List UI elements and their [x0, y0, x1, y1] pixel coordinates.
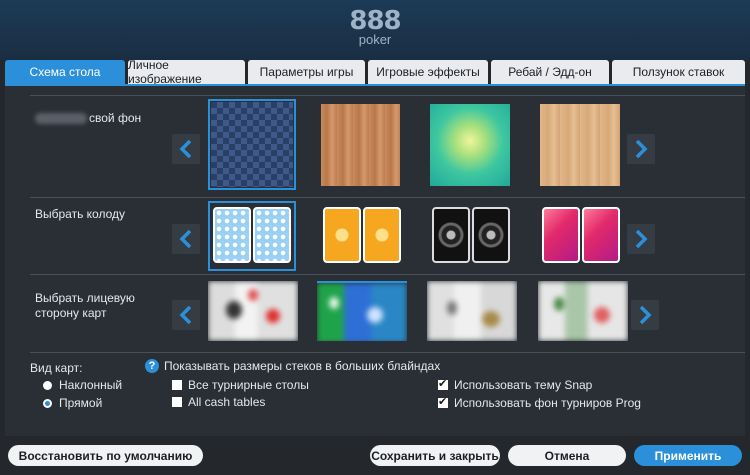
face-option-classic[interactable]	[208, 281, 298, 341]
divider	[30, 197, 745, 198]
all-cash-tables-option[interactable]: All cash tables	[172, 395, 265, 409]
deck-option-pink[interactable]	[540, 204, 622, 268]
background-row-label: свой фон	[35, 111, 141, 126]
checkbox[interactable]	[172, 380, 182, 390]
background-option-wood-light[interactable]	[540, 104, 620, 186]
checkbox[interactable]	[438, 395, 448, 408]
chevron-right-icon	[635, 139, 648, 159]
card-back	[582, 207, 620, 263]
radio-button[interactable]	[43, 380, 52, 390]
card-back	[432, 207, 470, 263]
chevron-left-icon	[179, 229, 192, 249]
deck-option-black[interactable]	[430, 204, 512, 268]
tab-game-settings[interactable]: Параметры игры	[248, 60, 365, 84]
logo-number: 888	[349, 6, 401, 36]
checkbox[interactable]	[438, 377, 448, 390]
background-prev-button[interactable]	[172, 134, 200, 164]
face-prev-button[interactable]	[172, 300, 200, 330]
card-view-label: Вид карт:	[30, 361, 83, 375]
chevron-left-icon	[179, 305, 192, 325]
snap-theme-option[interactable]: Использовать тему Snap	[438, 377, 592, 392]
face-option-four-color[interactable]	[317, 281, 407, 341]
divider	[30, 352, 745, 353]
face-next-button[interactable]	[631, 300, 659, 330]
settings-tabs: Схема стола Личное изображение Параметры…	[5, 58, 745, 86]
card-back	[253, 207, 291, 263]
tab-personal-image[interactable]: Личное изображение	[128, 58, 245, 86]
tab-rebuy-addon[interactable]: Ребай / Эдд-он	[491, 60, 609, 84]
tab-table-scheme[interactable]: Схема стола	[5, 60, 125, 84]
card-view-tilted-option[interactable]: Наклонный	[43, 378, 122, 392]
all-tournament-tables-option[interactable]: Все турнирные столы	[172, 378, 309, 392]
blurred-text	[35, 113, 87, 125]
apply-button[interactable]: Применить	[634, 445, 742, 466]
settings-panel: свой фон Выбрать колоду Выбрать лицевую …	[5, 86, 745, 436]
chevron-left-icon	[179, 139, 192, 159]
deck-option-orange[interactable]	[321, 204, 403, 268]
divider	[30, 274, 745, 275]
deck-next-button[interactable]	[627, 224, 655, 254]
background-next-button[interactable]	[627, 134, 655, 164]
chevron-right-icon	[639, 305, 652, 325]
tab-game-effects[interactable]: Игровые эффекты	[368, 60, 488, 84]
face-option-gold[interactable]	[427, 281, 517, 341]
chevron-right-icon	[635, 229, 648, 249]
deck-row-label: Выбрать колоду	[35, 207, 126, 221]
checkbox[interactable]	[172, 397, 182, 407]
card-back	[472, 207, 510, 263]
card-view-straight-option[interactable]: Прямой	[43, 396, 102, 410]
show-stacks-option[interactable]: ? Показывать размеры стеков в больших бл…	[145, 359, 440, 373]
face-option-green[interactable]	[538, 281, 628, 341]
background-option-green-gradient[interactable]	[430, 104, 510, 186]
card-back	[213, 207, 251, 263]
save-close-button[interactable]: Сохранить и закрыть	[370, 445, 500, 466]
background-option-wood-red[interactable]	[321, 104, 400, 186]
restore-defaults-button[interactable]: Восстановить по умолчанию	[8, 445, 203, 466]
card-back	[363, 207, 401, 263]
app-header: 888 poker	[0, 0, 750, 60]
radio-button[interactable]	[43, 398, 52, 408]
divider	[30, 95, 745, 96]
deck-option-blue[interactable]	[208, 201, 296, 271]
tab-bet-slider[interactable]: Ползунок ставок	[612, 60, 745, 84]
background-option-blue-diamond[interactable]	[208, 99, 296, 190]
prog-background-option[interactable]: Использовать фон турниров Prog	[438, 395, 641, 410]
logo: 888 poker	[347, 8, 403, 46]
deck-prev-button[interactable]	[172, 224, 200, 254]
card-back	[323, 207, 361, 263]
help-icon[interactable]: ?	[145, 359, 159, 373]
face-row-label: Выбрать лицевую сторону карт	[35, 291, 135, 320]
cancel-button[interactable]: Отмена	[508, 445, 626, 466]
card-back	[542, 207, 580, 263]
